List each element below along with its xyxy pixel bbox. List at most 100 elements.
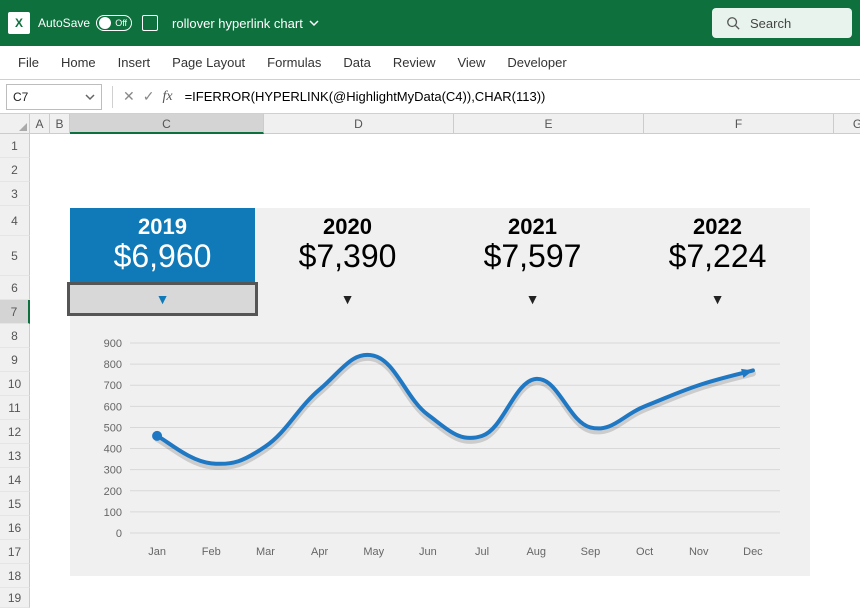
svg-text:Jan: Jan: [148, 546, 166, 558]
year-label: 2021: [440, 214, 625, 240]
col-header-g[interactable]: G: [834, 114, 860, 134]
svg-text:200: 200: [104, 486, 122, 498]
tab-page-layout[interactable]: Page Layout: [172, 55, 245, 70]
year-label: 2022: [625, 214, 810, 240]
search-placeholder: Search: [750, 16, 791, 31]
svg-text:700: 700: [104, 380, 122, 392]
svg-text:300: 300: [104, 465, 122, 477]
row-header-2[interactable]: 2: [0, 158, 30, 182]
svg-text:Mar: Mar: [256, 546, 275, 558]
tab-file[interactable]: File: [18, 55, 39, 70]
tab-review[interactable]: Review: [393, 55, 436, 70]
col-header-a[interactable]: A: [30, 114, 50, 134]
col-header-c[interactable]: C: [70, 114, 264, 134]
triangle-row: ▼ ▼ ▼ ▼: [70, 285, 810, 313]
row-header-8[interactable]: 8: [0, 324, 30, 348]
tab-formulas[interactable]: Formulas: [267, 55, 321, 70]
year-value: $7,597: [440, 238, 625, 275]
year-label: 2020: [255, 214, 440, 240]
row-header-3[interactable]: 3: [0, 182, 30, 206]
row-header-5[interactable]: 5: [0, 236, 30, 276]
year-card-2021[interactable]: 2021 $7,597: [440, 208, 625, 285]
triangle-cell-2020[interactable]: ▼: [255, 285, 440, 313]
svg-text:Nov: Nov: [689, 546, 709, 558]
row-header-13[interactable]: 13: [0, 444, 30, 468]
formula-bar-row: C7 ✕ ✓ fx: [0, 80, 860, 114]
row-header-7[interactable]: 7: [0, 300, 30, 324]
svg-text:Jun: Jun: [419, 546, 437, 558]
row-headers: 12345678910111213141516171819: [0, 134, 30, 608]
row-header-9[interactable]: 9: [0, 348, 30, 372]
name-box-value: C7: [13, 90, 28, 104]
row-header-10[interactable]: 10: [0, 372, 30, 396]
svg-text:800: 800: [104, 359, 122, 371]
row-header-16[interactable]: 16: [0, 516, 30, 540]
triangle-down-icon: ▼: [711, 285, 725, 313]
save-icon[interactable]: [142, 15, 158, 31]
year-row: 2019 $6,960 2020 $7,390 2021 $7,597 2022…: [70, 208, 810, 285]
year-card-2022[interactable]: 2022 $7,224: [625, 208, 810, 285]
svg-text:900: 900: [104, 338, 122, 350]
svg-text:0: 0: [116, 528, 122, 540]
year-card-2019[interactable]: 2019 $6,960: [70, 208, 255, 285]
title-bar: X AutoSave Off rollover hyperlink chart …: [0, 0, 860, 46]
chevron-down-icon: [309, 18, 319, 28]
svg-text:Feb: Feb: [202, 546, 221, 558]
worksheet-grid[interactable]: A B C D E F G 12345678910111213141516171…: [0, 114, 860, 601]
autosave-label: AutoSave: [38, 16, 90, 30]
search-box[interactable]: Search: [712, 8, 852, 38]
triangle-down-icon: ▼: [526, 285, 540, 313]
svg-text:Oct: Oct: [636, 546, 653, 558]
row-header-14[interactable]: 14: [0, 468, 30, 492]
triangle-down-icon: ▼: [156, 285, 170, 313]
svg-text:400: 400: [104, 444, 122, 456]
col-header-f[interactable]: F: [644, 114, 834, 134]
divider: [112, 86, 113, 108]
triangle-cell-2021[interactable]: ▼: [440, 285, 625, 313]
autosave-toggle[interactable]: AutoSave Off: [38, 15, 132, 31]
triangle-down-icon: ▼: [341, 285, 355, 313]
tab-insert[interactable]: Insert: [118, 55, 151, 70]
col-header-e[interactable]: E: [454, 114, 644, 134]
toggle-switch[interactable]: Off: [96, 15, 132, 31]
cancel-icon[interactable]: ✕: [123, 88, 135, 105]
triangle-cell-2019[interactable]: ▼: [70, 285, 255, 313]
formula-input[interactable]: [179, 84, 854, 110]
tab-developer[interactable]: Developer: [507, 55, 566, 70]
chart-container[interactable]: 0100200300400500600700800900JanFebMarApr…: [70, 313, 810, 576]
row-header-1[interactable]: 1: [0, 134, 30, 158]
svg-text:100: 100: [104, 507, 122, 519]
document-name-text: rollover hyperlink chart: [172, 16, 303, 31]
svg-text:600: 600: [104, 401, 122, 413]
select-all-button[interactable]: [0, 114, 30, 134]
col-header-b[interactable]: B: [50, 114, 70, 134]
triangle-cell-2022[interactable]: ▼: [625, 285, 810, 313]
dashboard: 2019 $6,960 2020 $7,390 2021 $7,597 2022…: [70, 208, 810, 576]
row-header-15[interactable]: 15: [0, 492, 30, 516]
row-header-17[interactable]: 17: [0, 540, 30, 564]
year-label: 2019: [70, 214, 255, 240]
row-header-4[interactable]: 4: [0, 206, 30, 236]
toggle-state: Off: [115, 18, 127, 28]
row-header-19[interactable]: 19: [0, 588, 30, 608]
fx-icon[interactable]: fx: [162, 89, 172, 105]
year-card-2020[interactable]: 2020 $7,390: [255, 208, 440, 285]
row-header-6[interactable]: 6: [0, 276, 30, 300]
document-name[interactable]: rollover hyperlink chart: [172, 16, 319, 31]
row-header-11[interactable]: 11: [0, 396, 30, 420]
svg-text:500: 500: [104, 422, 122, 434]
row-header-18[interactable]: 18: [0, 564, 30, 588]
row-header-12[interactable]: 12: [0, 420, 30, 444]
name-box[interactable]: C7: [6, 84, 102, 110]
tab-data[interactable]: Data: [343, 55, 370, 70]
svg-text:May: May: [363, 546, 384, 558]
tab-view[interactable]: View: [457, 55, 485, 70]
tab-home[interactable]: Home: [61, 55, 96, 70]
col-header-d[interactable]: D: [264, 114, 454, 134]
enter-icon[interactable]: ✓: [143, 88, 155, 105]
line-chart: 0100200300400500600700800900JanFebMarApr…: [80, 333, 800, 563]
chevron-down-icon: [85, 92, 95, 102]
year-value: $6,960: [70, 238, 255, 275]
ribbon-tabs: File Home Insert Page Layout Formulas Da…: [0, 46, 860, 80]
svg-text:Dec: Dec: [743, 546, 763, 558]
